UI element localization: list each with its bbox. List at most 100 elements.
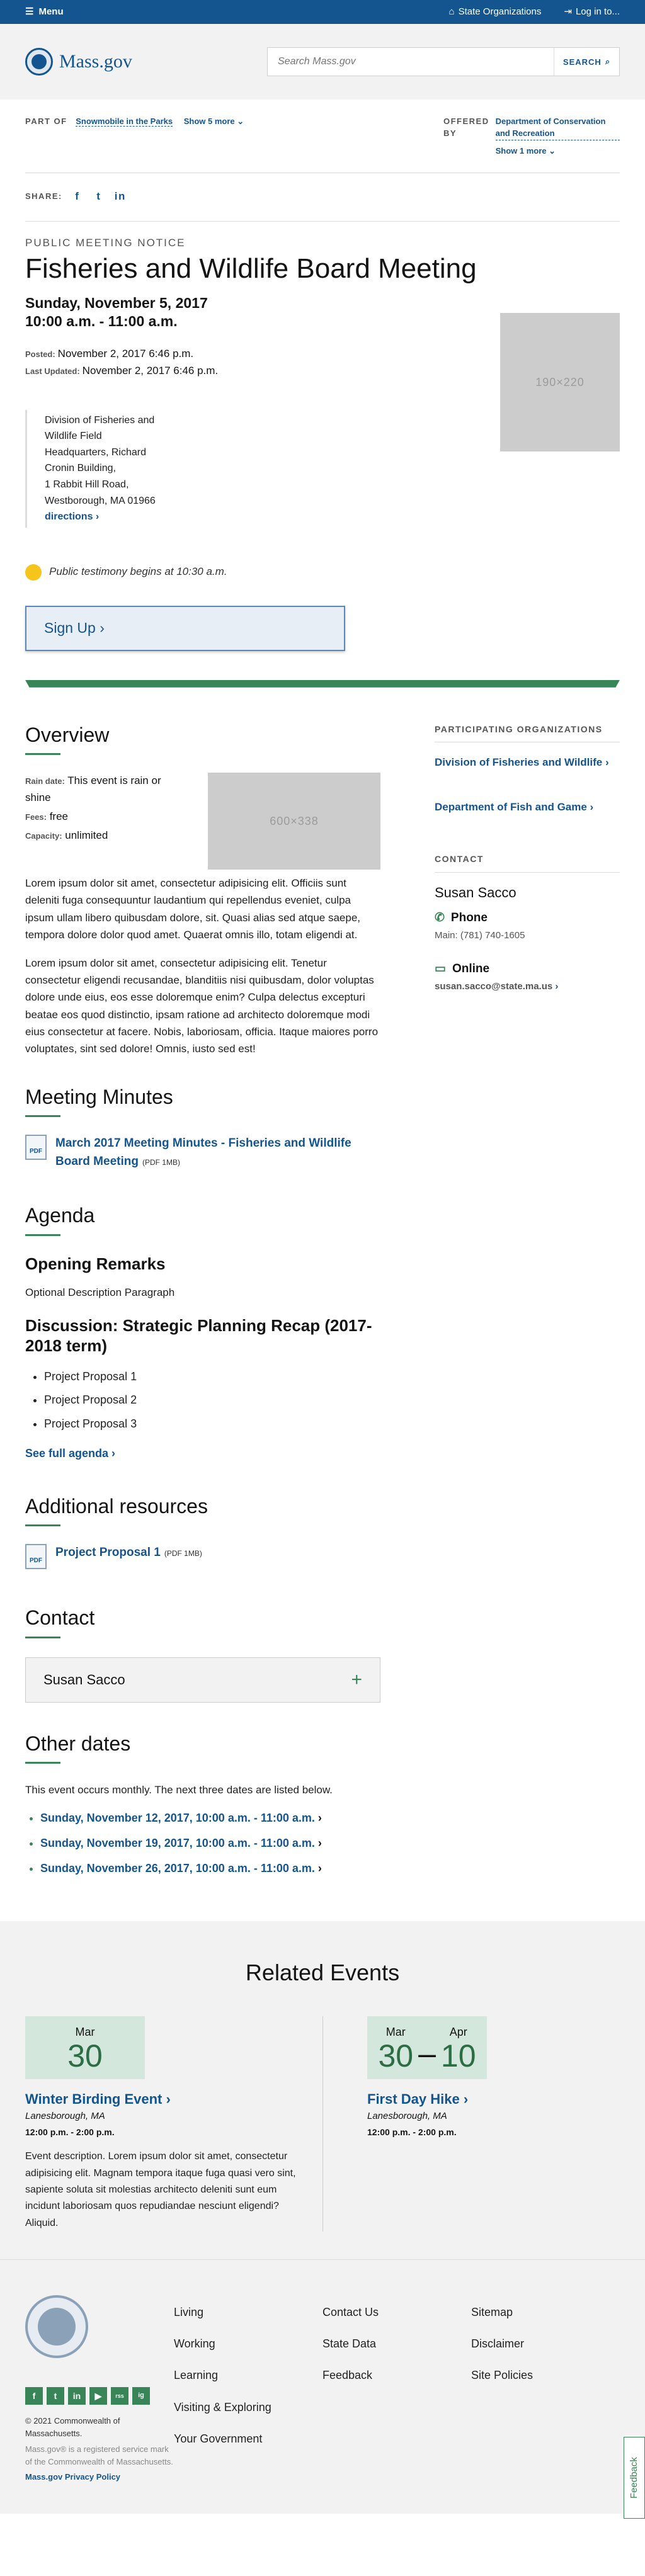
other-dates-intro: This event occurs monthly. The next thre… xyxy=(25,1784,333,1796)
site-logo[interactable]: Mass.gov xyxy=(25,48,132,76)
menu-button[interactable]: ☰ Menu xyxy=(25,5,64,19)
list-item[interactable]: Sunday, November 26, 2017, 10:00 a.m. - … xyxy=(40,1856,380,1881)
page-title: Fisheries and Wildlife Board Meeting xyxy=(25,253,477,285)
twitter-icon[interactable]: t xyxy=(47,2387,64,2405)
related-event-card: Mar 30 Winter Birding Event › Lanesboroug… xyxy=(25,2016,322,2232)
feedback-tab[interactable]: Feedback xyxy=(624,2437,645,2519)
search-form: SEARCH⌕ xyxy=(267,47,620,76)
agenda-subheading: Opening Remarks xyxy=(25,1254,166,1273)
pdf-icon: PDF xyxy=(25,1544,47,1570)
online-label: ▭ Online xyxy=(435,960,620,978)
show-more-button[interactable]: Show 5 more ⌄ xyxy=(184,116,244,126)
phone-label: ✆ Phone xyxy=(435,909,620,927)
overview-paragraph: Lorem ipsum dolor sit amet, consectetur … xyxy=(25,956,379,1055)
share-bar: SHARE: f t in xyxy=(25,190,127,203)
contact-heading: Contact xyxy=(25,1606,95,1630)
related-event-link[interactable]: First Day Hike › xyxy=(367,2091,468,2107)
main-content: Overview Rain date: This event is rain o… xyxy=(25,723,380,1881)
email-link[interactable]: susan.sacco@state.ma.us › xyxy=(435,980,620,994)
sidebar-org-link[interactable]: Division of Fisheries and Wildlife › xyxy=(435,755,620,771)
login-link[interactable]: ⇥ Log in to... xyxy=(564,5,620,19)
linkedin-icon[interactable]: in xyxy=(114,190,127,203)
event-address: Division of Fisheries and Wildlife Field… xyxy=(25,409,189,528)
laptop-icon: ▭ xyxy=(435,962,446,975)
agenda-subheading: Discussion: Strategic Planning Recap (20… xyxy=(25,1315,372,1356)
list-item: Project Proposal 2 xyxy=(44,1388,380,1412)
part-of-label: PART OF xyxy=(25,116,67,126)
search-input[interactable] xyxy=(268,48,554,76)
offered-by-link[interactable]: Department of Conservation and Recreatio… xyxy=(495,116,620,140)
facebook-icon[interactable]: f xyxy=(71,190,84,203)
download-item: PDF March 2017 Meeting Minutes - Fisheri… xyxy=(25,1135,380,1171)
agenda-list: Project Proposal 1 Project Proposal 2 Pr… xyxy=(25,1365,380,1436)
phone-icon: ✆ xyxy=(435,911,445,924)
sidebar-org-link[interactable]: Department of Fish and Game › xyxy=(435,800,620,815)
minutes-heading: Meeting Minutes xyxy=(25,1086,173,1109)
search-button[interactable]: SEARCH ⌕ xyxy=(554,48,619,76)
pdf-icon: PDF xyxy=(25,1135,47,1160)
instagram-icon[interactable]: ig xyxy=(132,2387,150,2405)
download-link[interactable]: Project Proposal 1 (PDF 1MB) xyxy=(55,1544,202,1562)
building-icon: ⌂ xyxy=(448,6,455,18)
relationship-row: PART OF Snowmobile in the Parks Show 5 m… xyxy=(0,99,645,157)
download-item: PDF Project Proposal 1 (PDF 1MB) xyxy=(25,1544,380,1570)
agenda-description: Optional Description Paragraph xyxy=(25,1286,175,1299)
state-organizations-link[interactable]: ⌂ State Organizations xyxy=(449,5,542,19)
full-agenda-link[interactable]: See full agenda › xyxy=(25,1445,380,1461)
show-more-right-button[interactable]: Show 1 more ⌄ xyxy=(496,145,620,157)
offered-by-label: OFFERED BY xyxy=(443,116,489,138)
search-icon: ⌕ xyxy=(605,57,611,66)
other-dates-list: Sunday, November 12, 2017, 10:00 a.m. - … xyxy=(25,1806,380,1881)
state-seal-icon xyxy=(25,48,53,76)
sidebar-heading: PARTICIPATING ORGANIZATIONS xyxy=(435,723,620,743)
list-item[interactable]: Sunday, November 19, 2017, 10:00 a.m. - … xyxy=(40,1831,380,1856)
related-heading: Related Events xyxy=(245,1960,400,1986)
footer-nav: Sitemap Disclaimer Site Policies xyxy=(471,2306,534,2382)
state-seal-icon xyxy=(25,2295,88,2359)
contact-name: Susan Sacco xyxy=(435,884,517,900)
site-header: Mass.gov SEARCH⌕ xyxy=(0,24,645,99)
related-event-link[interactable]: Winter Birding Event › xyxy=(25,2091,171,2107)
related-events: Related Events Mar 30 Winter Birding Even… xyxy=(0,1921,645,2260)
list-item: Project Proposal 1 xyxy=(44,1365,380,1389)
utility-bar: ☰ Menu ⌂ State Organizations ⇥ Log in to..… xyxy=(0,0,645,24)
event-image: 190×220 xyxy=(500,312,620,451)
agenda-heading: Agenda xyxy=(25,1204,95,1227)
directions-link[interactable]: directions › xyxy=(45,511,99,522)
event-date: Sunday, November 5, 2017 xyxy=(25,294,208,311)
facebook-icon[interactable]: f xyxy=(25,2387,43,2405)
contact-accordion[interactable]: Susan Sacco + xyxy=(25,1657,380,1703)
twitter-icon[interactable]: t xyxy=(93,190,105,203)
download-link[interactable]: March 2017 Meeting Minutes - Fisheries a… xyxy=(55,1135,380,1171)
other-dates-heading: Other dates xyxy=(25,1732,131,1755)
sidebar-heading: CONTACT xyxy=(435,853,620,873)
list-item[interactable]: Sunday, November 12, 2017, 10:00 a.m. - … xyxy=(40,1806,380,1831)
resources-heading: Additional resources xyxy=(25,1495,208,1518)
testimony-alert: Public testimony begins at 10:30 a.m. xyxy=(25,564,620,581)
youtube-icon[interactable]: ▶ xyxy=(89,2387,107,2405)
footer-nav: Living Working Learning Visiting & Explo… xyxy=(174,2306,271,2445)
linkedin-icon[interactable]: in xyxy=(68,2387,86,2405)
phone-number: Main: (781) 740-1605 xyxy=(435,930,525,941)
chevron-down-icon: ⌄ xyxy=(237,116,244,126)
divider xyxy=(25,220,620,222)
rss-icon[interactable]: rss xyxy=(111,2387,128,2405)
sign-up-button[interactable]: Sign Up › xyxy=(25,605,345,651)
event-meta: Rain date: This event is rain or shine F… xyxy=(25,775,161,842)
bell-icon xyxy=(25,564,42,581)
overview-paragraph: Lorem ipsum dolor sit amet, consectetur … xyxy=(25,877,361,941)
event-date-box: Mar 30 – Apr 10 xyxy=(367,2016,487,2080)
related-event-card: Mar 30 – Apr 10 First Day Hike › Lanesboro… xyxy=(322,2016,620,2232)
event-time: 10:00 a.m. - 11:00 a.m. xyxy=(25,312,178,329)
overview-heading: Overview xyxy=(25,723,110,746)
page-eyebrow: PUBLIC MEETING NOTICE xyxy=(25,236,186,249)
privacy-link[interactable]: Mass.gov Privacy Policy xyxy=(25,2471,174,2483)
part-of-link[interactable]: Snowmobile in the Parks xyxy=(76,116,173,127)
posted-info: Posted: November 2, 2017 6:46 p.m. Last U… xyxy=(25,348,219,377)
section-divider xyxy=(25,679,620,688)
overview-image: 600×338 xyxy=(208,773,380,870)
social-links: f t in ▶ rss ig xyxy=(25,2387,174,2405)
login-icon: ⇥ xyxy=(564,6,572,18)
event-date-box: Mar 30 xyxy=(25,2016,145,2080)
chevron-down-icon: ⌄ xyxy=(549,145,556,156)
